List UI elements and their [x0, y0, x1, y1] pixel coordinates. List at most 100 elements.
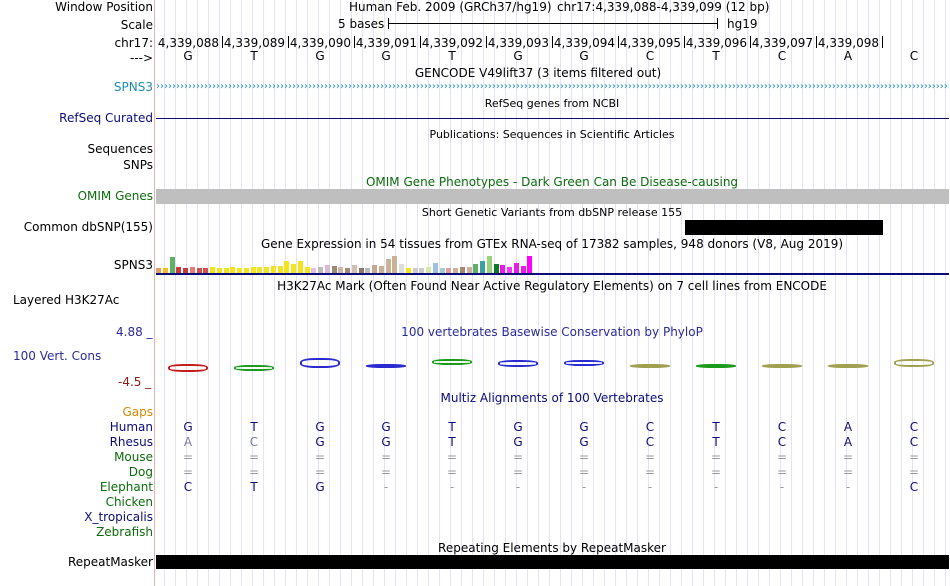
- base-letter: G: [183, 49, 193, 63]
- gtex-tissue-bar[interactable]: [324, 265, 330, 273]
- gtex-tissue-bar[interactable]: [277, 266, 283, 273]
- phylop-logo-mark[interactable]: [762, 364, 802, 368]
- phylop-logo-mark[interactable]: [498, 360, 538, 367]
- species-label[interactable]: Chicken: [106, 495, 153, 509]
- dbsnp-variant-feature[interactable]: [685, 220, 883, 235]
- alignment-base: =: [314, 450, 326, 464]
- dbsnp-track-label[interactable]: Common dbSNP(155): [24, 220, 153, 234]
- scale-bar: [388, 23, 718, 24]
- gtex-tissue-bar[interactable]: [486, 256, 492, 273]
- omim-track-label[interactable]: OMIM Genes: [78, 189, 153, 203]
- species-label[interactable]: Zebrafish: [96, 525, 153, 539]
- alignment-base: =: [512, 450, 524, 464]
- base-letter: G: [315, 49, 325, 63]
- alignment-base: =: [908, 450, 920, 464]
- scale-label[interactable]: Scale: [121, 18, 153, 32]
- phylop-logo-mark[interactable]: [234, 365, 274, 371]
- gtex-tissue-bar[interactable]: [297, 261, 303, 273]
- phylop-logo-mark[interactable]: [564, 360, 604, 366]
- species-label[interactable]: Dog: [129, 465, 153, 479]
- gencode-track-label[interactable]: SPNS3: [114, 80, 153, 94]
- repeatmasker-feature[interactable]: [156, 555, 949, 569]
- alignment-base: -: [647, 480, 653, 494]
- phylop-logo-mark[interactable]: [300, 358, 340, 368]
- gtex-tissue-bar[interactable]: [270, 266, 276, 273]
- gtex-track-label[interactable]: SPNS3: [114, 258, 153, 272]
- alignment-base: =: [644, 450, 656, 464]
- species-label[interactable]: X_tropicalis: [84, 510, 153, 524]
- coord-tick: [684, 36, 685, 48]
- base-letter: G: [513, 49, 523, 63]
- base-letter: C: [909, 49, 919, 63]
- window-position-label[interactable]: Window Position: [55, 0, 153, 14]
- h3k27ac-track-label[interactable]: Layered H3K27Ac: [13, 293, 119, 307]
- repeatmasker-track-label[interactable]: RepeatMasker: [68, 555, 153, 569]
- alignment-base: -: [515, 480, 521, 494]
- scale-db: hg19: [727, 17, 758, 31]
- gtex-tissue-bar[interactable]: [527, 256, 533, 273]
- phylop-track-label[interactable]: 100 Vert. Cons: [13, 349, 101, 363]
- species-label[interactable]: Mouse: [114, 450, 153, 464]
- phylop-logo-mark[interactable]: [696, 364, 736, 368]
- gtex-tissue-bar[interactable]: [284, 261, 290, 273]
- coord-tick: [354, 36, 355, 48]
- gtex-tissue-bar[interactable]: [500, 265, 506, 273]
- gtex-tissue-bar[interactable]: [385, 259, 391, 273]
- phylop-logo-mark[interactable]: [366, 364, 406, 368]
- gtex-tissue-bar[interactable]: [169, 257, 175, 273]
- gtex-tissue-bar[interactable]: [392, 256, 398, 273]
- species-label[interactable]: Human: [110, 420, 153, 434]
- phylop-logo-mark[interactable]: [432, 359, 472, 365]
- phylop-logo-mark[interactable]: [894, 359, 934, 367]
- base-letter: C: [777, 49, 787, 63]
- gtex-tissue-bar[interactable]: [378, 266, 384, 273]
- phylop-logo-mark[interactable]: [828, 364, 868, 368]
- alignment-base: =: [710, 465, 722, 479]
- alignment-base: =: [380, 450, 392, 464]
- base-letter: G: [579, 49, 589, 63]
- phylop-max-label: 4.88 _: [116, 325, 153, 339]
- strand-label[interactable]: --->: [130, 51, 153, 65]
- gtex-tissue-bar[interactable]: [493, 264, 499, 273]
- species-label[interactable]: Elephant: [100, 480, 153, 494]
- gtex-tissue-bar[interactable]: [291, 264, 296, 273]
- gtex-tissue-bar[interactable]: [520, 266, 526, 273]
- gtex-tissue-bar[interactable]: [513, 263, 519, 273]
- refseq-track-title: RefSeq genes from NCBI: [484, 97, 620, 110]
- alignment-base: G: [513, 420, 523, 434]
- gtex-tissue-bar[interactable]: [372, 265, 377, 273]
- coord-label: 4,339,094: [553, 36, 615, 50]
- phylop-logo-mark[interactable]: [630, 364, 670, 368]
- phylop-logo-mark[interactable]: [168, 364, 208, 372]
- alignment-base: G: [183, 420, 193, 434]
- publications-snps-label[interactable]: SNPs: [123, 158, 153, 172]
- chrom-label[interactable]: chr17:: [115, 36, 153, 50]
- gtex-tissue-bar[interactable]: [432, 263, 438, 273]
- gtex-tissue-bar[interactable]: [473, 264, 479, 273]
- coord-tick: [882, 36, 883, 48]
- coord-tick: [486, 36, 487, 48]
- alignment-base: =: [908, 465, 920, 479]
- dbsnp-track-title: Short Genetic Variants from dbSNP releas…: [421, 206, 683, 219]
- gtex-tissue-bar[interactable]: [351, 265, 357, 273]
- scale-bar-right-end: [717, 18, 718, 29]
- publications-sequences-label[interactable]: Sequences: [88, 142, 153, 156]
- omim-feature-bar[interactable]: [156, 189, 949, 204]
- gtex-track-title: Gene Expression in 54 tissues from GTEx …: [260, 237, 844, 251]
- alignment-base: G: [315, 480, 325, 494]
- coord-label: 4,339,095: [619, 36, 681, 50]
- coord-tick: [420, 36, 421, 48]
- refseq-gene-feature[interactable]: [156, 118, 949, 119]
- species-label[interactable]: Rhesus: [110, 435, 153, 449]
- gtex-tissue-bar[interactable]: [480, 261, 485, 273]
- refseq-track-label[interactable]: RefSeq Curated: [59, 111, 153, 125]
- gtex-tissue-bar[interactable]: [331, 266, 337, 273]
- genome-browser-image[interactable]: Window Position Human Feb. 2009 (GRCh37/…: [0, 0, 950, 586]
- gtex-tissue-bar[interactable]: [399, 264, 404, 273]
- species-label[interactable]: Gaps: [122, 405, 153, 419]
- alignment-base: =: [248, 450, 260, 464]
- coord-label: 4,339,093: [487, 36, 549, 50]
- spns3-gene-feature[interactable]: ››››››››››››››››››››››››››››››››››››››››…: [156, 81, 949, 93]
- alignment-base: =: [644, 465, 656, 479]
- alignment-base: T: [448, 420, 456, 434]
